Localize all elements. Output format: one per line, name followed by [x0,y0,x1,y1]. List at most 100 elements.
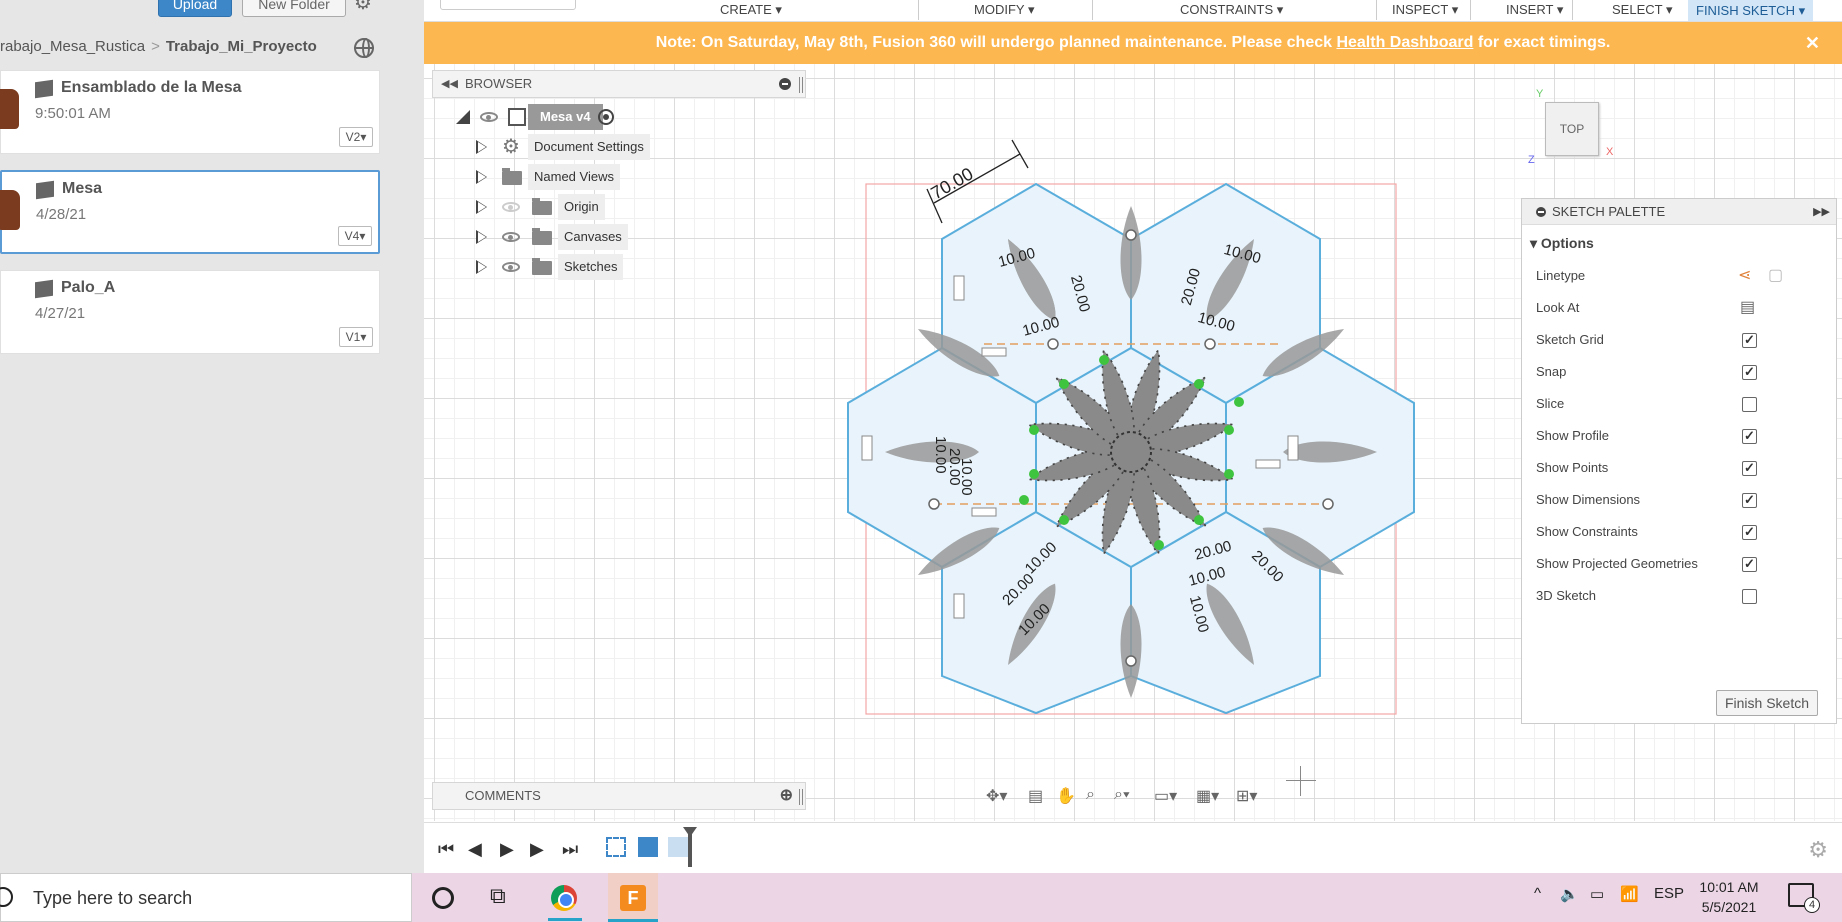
node-label[interactable]: Origin [558,194,605,220]
display-settings-icon[interactable]: ▭▾ [1154,786,1177,806]
globe-icon[interactable] [354,38,374,58]
show-dimensions-checkbox[interactable]: ✓ [1742,493,1757,508]
palette-header[interactable]: SKETCH PALETTE ▶▶ [1522,199,1836,225]
version-dropdown[interactable]: V2▾ [339,127,373,147]
dimension-extension[interactable] [1011,139,1029,169]
sketch-point[interactable] [1194,379,1204,389]
add-comment-icon[interactable]: ⊕ [780,783,793,809]
timeline-marker[interactable] [683,827,697,867]
constraint-glyph[interactable] [1255,459,1281,469]
sketch-feature-active-icon[interactable] [668,837,688,857]
show-profile-checkbox[interactable]: ✓ [1742,429,1757,444]
node-label[interactable]: Named Views [528,164,620,190]
tree-node-named-views[interactable]: Named Views [432,164,806,190]
show-constraints-checkbox[interactable]: ✓ [1742,525,1757,540]
tree-node-canvases[interactable]: Canvases [432,224,806,250]
centerline-linetype-icon[interactable]: ▢ [1768,267,1786,285]
sketch-point[interactable] [1322,498,1334,510]
slice-checkbox[interactable] [1742,397,1757,412]
file-card-palo-a[interactable]: Palo_A 4/27/21 V1▾ [0,270,380,354]
finish-sketch-button[interactable]: Finish Sketch [1716,690,1818,716]
sketch-point[interactable] [928,498,940,510]
breadcrumb-current[interactable]: Trabajo_Mi_Proyecto [166,38,317,55]
activate-target-icon[interactable] [598,109,614,125]
sketch-point[interactable] [1125,229,1137,241]
sketch-point[interactable] [1099,355,1109,365]
center-circle[interactable] [1110,431,1152,473]
sketch-point[interactable] [1029,425,1039,435]
sketch-point[interactable] [1194,515,1204,525]
look-at-icon[interactable]: ▤ [1740,299,1758,317]
file-card-ensamblado[interactable]: Ensamblado de la Mesa 9:50:01 AM V2▾ [0,70,380,154]
constraint-glyph[interactable] [861,435,873,461]
snap-checkbox[interactable]: ✓ [1742,365,1757,380]
options-section-header[interactable]: ▾ Options [1530,235,1594,252]
node-label[interactable]: Canvases [558,224,628,250]
chrome-icon[interactable] [551,885,577,911]
collapse-icon[interactable]: ◀◀ [441,71,458,97]
sketch-point[interactable] [1234,397,1244,407]
expand-icon[interactable] [476,230,487,244]
expand-icon[interactable] [476,260,487,274]
sketch-point[interactable] [1019,495,1029,505]
visibility-off-eye-icon[interactable] [502,202,520,212]
minimize-icon[interactable] [1536,207,1546,217]
task-view-icon[interactable]: ⧉ [490,883,516,909]
root-label[interactable]: Mesa v4 [528,104,603,130]
visibility-eye-icon[interactable] [480,112,498,122]
3d-sketch-checkbox[interactable] [1742,589,1757,604]
sketch-point[interactable] [1059,379,1069,389]
zoom-icon[interactable]: ⌕ [1086,786,1095,804]
sketch-point[interactable] [1047,338,1059,350]
taskbar-search-box[interactable]: Type here to search [0,873,412,922]
tree-root[interactable]: Mesa v4 [432,104,806,130]
sketch-point[interactable] [1059,515,1069,525]
play-icon[interactable]: ▶ [500,839,514,860]
expand-icon[interactable] [476,170,487,184]
constraint-glyph[interactable] [971,507,997,517]
fusion360-icon[interactable]: F [620,885,646,911]
grid-settings-icon[interactable]: ▦▾ [1196,786,1219,806]
fit-icon[interactable]: ⌕▾ [1114,786,1130,804]
show-points-checkbox[interactable]: ✓ [1742,461,1757,476]
sketch-point[interactable] [1029,469,1039,479]
new-folder-button[interactable]: New Folder [242,0,346,17]
cortana-icon[interactable] [432,887,454,909]
go-to-start-icon[interactable]: ⏮ [438,839,454,860]
pan-hand-icon[interactable]: ✋ [1056,786,1076,806]
volume-icon[interactable]: 🔈 [1560,885,1579,903]
sketch-feature-icon[interactable] [606,837,626,857]
constraint-glyph[interactable] [953,593,965,619]
constraint-glyph[interactable] [981,347,1007,357]
sketch-point[interactable] [1204,338,1216,350]
visibility-eye-icon[interactable] [502,232,520,242]
constraint-glyph[interactable] [1287,435,1299,461]
wifi-icon[interactable]: 📶 [1620,885,1639,903]
version-dropdown[interactable]: V4▾ [338,226,372,246]
dimension-label[interactable]: 70.00 [927,164,976,204]
expand-icon[interactable]: ▶▶ [1813,199,1830,225]
viewcube-top-face[interactable]: TOP [1545,102,1599,156]
step-forward-icon[interactable]: ▶ [530,839,544,860]
pin-icon[interactable] [799,789,803,805]
timeline-settings-gear-icon[interactable]: ⚙ [1808,837,1828,863]
visibility-eye-icon[interactable] [502,262,520,272]
look-at-icon[interactable]: ▤ [1028,786,1043,806]
version-dropdown[interactable]: V1▾ [339,327,373,347]
minimize-icon[interactable] [779,78,791,90]
sketch-point[interactable] [1154,540,1164,550]
show-hidden-icons-chevron-up-icon[interactable]: ^ [1534,885,1541,902]
sketch-point[interactable] [1125,655,1137,667]
comments-header[interactable]: COMMENTS ⊕ [432,782,806,810]
file-card-mesa[interactable]: Mesa 4/28/21 V4▾ [0,170,380,254]
viewports-icon[interactable]: ⊞▾ [1236,786,1257,806]
go-to-end-icon[interactable]: ⏭ [562,839,578,860]
upload-button[interactable]: Upload [158,0,232,17]
battery-icon[interactable]: ▭ [1590,885,1604,903]
node-label[interactable]: Document Settings [528,134,650,160]
browser-header[interactable]: ◀◀ BROWSER [432,70,806,98]
node-label[interactable]: Sketches [558,254,624,280]
tree-node-origin[interactable]: Origin [432,194,806,220]
tree-node-sketches[interactable]: Sketches [432,254,806,280]
sketch-point[interactable] [1224,469,1234,479]
